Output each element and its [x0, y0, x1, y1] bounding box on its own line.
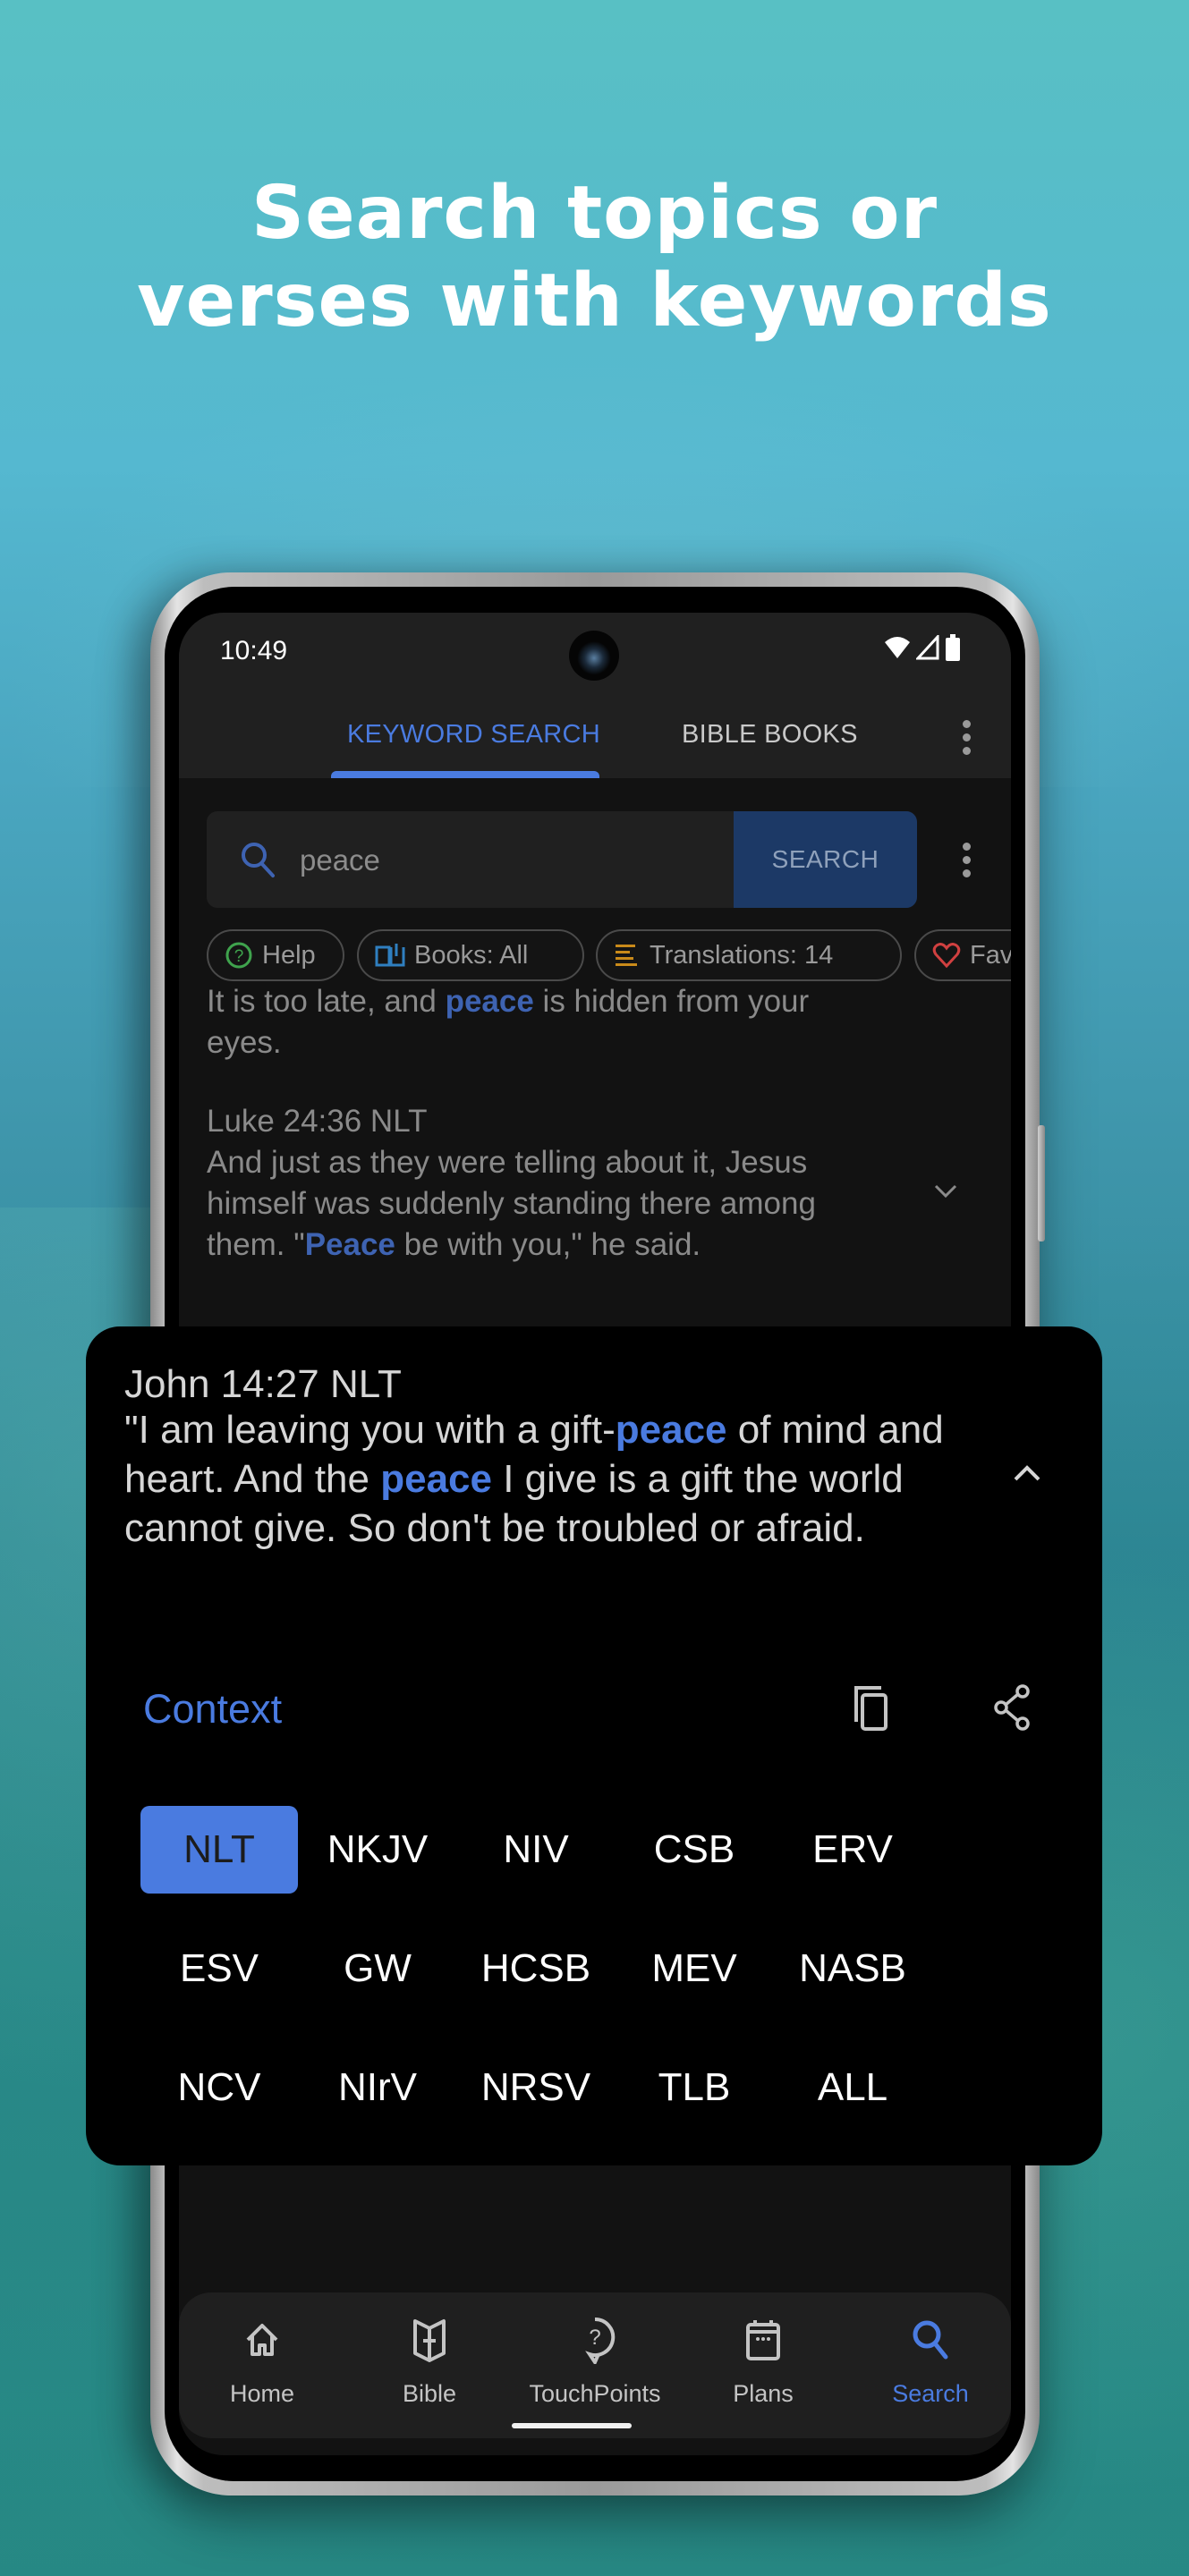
chip-translations-label: Translations: 14 — [650, 940, 834, 970]
phone-side-button — [1038, 1125, 1045, 1241]
translation-niv[interactable]: NIV — [457, 1806, 615, 1894]
translation-nasb[interactable]: NASB — [774, 1925, 931, 2012]
context-button[interactable]: Context — [143, 1686, 282, 1733]
app-bar: 10:49 KEYWORD SEARCH BIBLE BOOKS — [179, 613, 1011, 778]
bible-icon — [413, 2319, 446, 2362]
chip-help-label: Help — [262, 940, 316, 970]
chevron-down-icon[interactable] — [933, 1183, 958, 1199]
tab-keyword-search[interactable]: KEYWORD SEARCH — [347, 720, 600, 750]
translation-gw[interactable]: GW — [299, 1925, 456, 2012]
copy-icon[interactable] — [851, 1682, 892, 1733]
search-icon — [913, 2320, 948, 2360]
chip-translations[interactable]: Translations: 14 — [596, 929, 902, 981]
nav-plans[interactable]: Plans — [683, 2316, 844, 2408]
cellular-signal-icon — [916, 635, 939, 660]
search-field-icon — [239, 840, 276, 884]
translation-tlb[interactable]: TLB — [616, 2044, 773, 2131]
popup-reference: John 14:27 NLT — [124, 1362, 402, 1406]
wifi-icon — [885, 637, 910, 658]
promo-headline: Search topics or verses with keywords — [0, 170, 1189, 345]
headline-line-1: Search topics or — [251, 171, 938, 256]
translation-nirv[interactable]: NIrV — [299, 2044, 456, 2131]
headline-line-2: verses with keywords — [137, 258, 1052, 343]
chip-books-label: Books: All — [414, 940, 529, 970]
translation-nlt[interactable]: NLT — [140, 1806, 298, 1894]
translation-all[interactable]: ALL — [774, 2044, 931, 2131]
result-partial-top[interactable]: It is too late, and peace is hidden from… — [207, 981, 887, 1063]
status-icons — [884, 634, 961, 661]
translation-ncv[interactable]: NCV — [140, 2044, 298, 2131]
open-book-icon — [375, 944, 405, 967]
more-options-icon[interactable] — [963, 720, 971, 755]
touchpoints-question-icon: ? — [585, 2317, 616, 2364]
translation-hcsb[interactable]: HCSB — [457, 1925, 615, 2012]
search-options-icon[interactable] — [963, 843, 971, 877]
chip-books[interactable]: Books: All — [357, 929, 584, 981]
popup-verse-text: "I am leaving you with a gift-peace of m… — [124, 1408, 944, 1550]
chip-favorites[interactable]: Fav — [914, 929, 1011, 981]
active-tab-indicator — [331, 771, 599, 778]
bottom-navigation: Home Bible ? TouchPoints Plans Search — [179, 2292, 1011, 2438]
result-reference: Luke 24:36 NLT — [207, 1104, 428, 1139]
chip-help[interactable]: ? Help — [207, 929, 344, 981]
calendar-icon — [746, 2320, 780, 2360]
tab-bible-books[interactable]: BIBLE BOOKS — [682, 720, 858, 750]
translation-mev[interactable]: MEV — [616, 1925, 773, 2012]
gesture-bar — [512, 2423, 632, 2428]
search-input[interactable] — [298, 811, 731, 908]
share-icon[interactable] — [992, 1682, 1032, 1733]
help-circle-icon: ? — [225, 942, 252, 969]
translation-erv[interactable]: ERV — [774, 1806, 931, 1894]
verse-popup-card: John 14:27 NLT "I am leaving you with a … — [86, 1326, 1102, 2165]
translations-list-icon — [616, 945, 637, 966]
translation-nrsv[interactable]: NRSV — [457, 2044, 615, 2131]
search-bar: SEARCH — [207, 811, 917, 908]
search-button[interactable]: SEARCH — [734, 811, 917, 908]
chip-favorites-label: Fav — [970, 940, 1011, 970]
chevron-up-icon[interactable] — [1012, 1463, 1042, 1483]
result-luke-24-36[interactable]: Luke 24:36 NLT And just as they were tel… — [207, 1101, 985, 1266]
svg-text:?: ? — [589, 2326, 600, 2350]
nav-search[interactable]: Search — [850, 2316, 1011, 2408]
nav-touchpoints[interactable]: ? TouchPoints — [514, 2316, 675, 2408]
heart-icon — [932, 943, 961, 969]
battery-icon — [946, 634, 960, 661]
translation-csb[interactable]: CSB — [616, 1806, 773, 1894]
svg-text:?: ? — [234, 947, 244, 966]
home-icon — [246, 2324, 278, 2356]
filter-chips: ? Help Books: All Translations: 14 Fav — [207, 929, 1011, 985]
result-text: And just as they were telling about it, … — [207, 1145, 816, 1262]
nav-bible[interactable]: Bible — [349, 2316, 510, 2408]
nav-home[interactable]: Home — [182, 2316, 343, 2408]
translation-esv[interactable]: ESV — [140, 1925, 298, 2012]
front-camera — [569, 631, 619, 681]
translation-nkjv[interactable]: NKJV — [299, 1806, 456, 1894]
status-time: 10:49 — [220, 636, 288, 665]
